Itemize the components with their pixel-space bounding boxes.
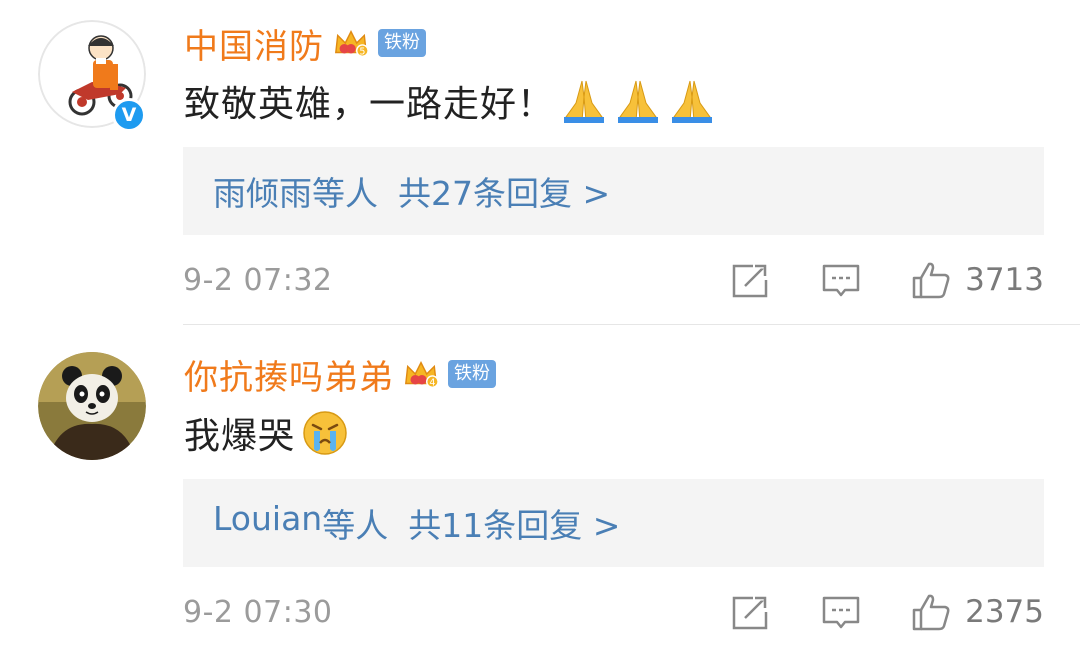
like-count: 2375 <box>965 594 1044 630</box>
like-button[interactable]: 3713 <box>911 260 1044 300</box>
comment-divider <box>183 324 1080 325</box>
folded-hands-icon <box>672 80 713 123</box>
timestamp: 9-2 07:32 <box>183 262 333 298</box>
folded-hands-icon <box>564 80 605 123</box>
action-bar: 3713 <box>731 255 1044 305</box>
reply-summary[interactable]: 雨倾雨 等人 共27条回复 > <box>183 147 1044 235</box>
reply-users[interactable]: 雨倾雨 等人 <box>213 167 378 215</box>
like-count: 3713 <box>965 262 1044 298</box>
avatar[interactable] <box>38 352 146 460</box>
reply-users[interactable]: Louian 等人 <box>213 499 388 547</box>
verified-badge: V <box>112 98 146 132</box>
reply-count-link[interactable]: 共11条回复 > <box>408 499 620 547</box>
share-icon[interactable] <box>731 592 771 632</box>
timestamp: 9-2 07:30 <box>183 594 333 630</box>
comment-footer: 9-2 07:30 2375 <box>183 587 1044 637</box>
reply-summary[interactable]: Louian 等人 共11条回复 > <box>183 479 1044 567</box>
action-bar: 2375 <box>731 587 1044 637</box>
svg-text:4: 4 <box>429 377 435 388</box>
reply-count-link[interactable]: 共27条回复 > <box>398 167 610 215</box>
comment-body: 我爆哭 <box>184 416 296 457</box>
crying-face-icon <box>303 411 347 455</box>
share-icon[interactable] <box>731 260 771 300</box>
comment-icon[interactable] <box>821 260 861 300</box>
crown-level-icon: 4 <box>405 361 439 388</box>
comment-body: 致敬英雄，一路走好！ <box>184 84 555 125</box>
comment-header: 你抗揍吗弟弟 4 铁粉 <box>184 350 496 399</box>
comment-text: 我爆哭 <box>184 408 349 458</box>
comment-footer: 9-2 07:32 3713 <box>183 255 1044 305</box>
thumbs-up-icon <box>912 594 950 631</box>
crown-level-icon: 5 <box>335 30 369 57</box>
fan-badge: 铁粉 <box>378 29 426 57</box>
svg-text:5: 5 <box>359 46 365 57</box>
comment-text: 致敬英雄，一路走好！ <box>184 76 716 126</box>
like-button[interactable]: 2375 <box>911 592 1044 632</box>
fan-badge: 铁粉 <box>448 360 496 388</box>
avatar[interactable]: V <box>38 20 146 132</box>
thumbs-up-icon <box>912 262 950 299</box>
username[interactable]: 你抗揍吗弟弟 <box>184 350 394 399</box>
panda-avatar-icon <box>38 352 146 460</box>
comment-icon[interactable] <box>821 592 861 632</box>
username[interactable]: 中国消防 <box>184 19 324 68</box>
folded-hands-icon <box>618 80 659 123</box>
comment-header: 中国消防 5 铁粉 <box>184 19 426 68</box>
